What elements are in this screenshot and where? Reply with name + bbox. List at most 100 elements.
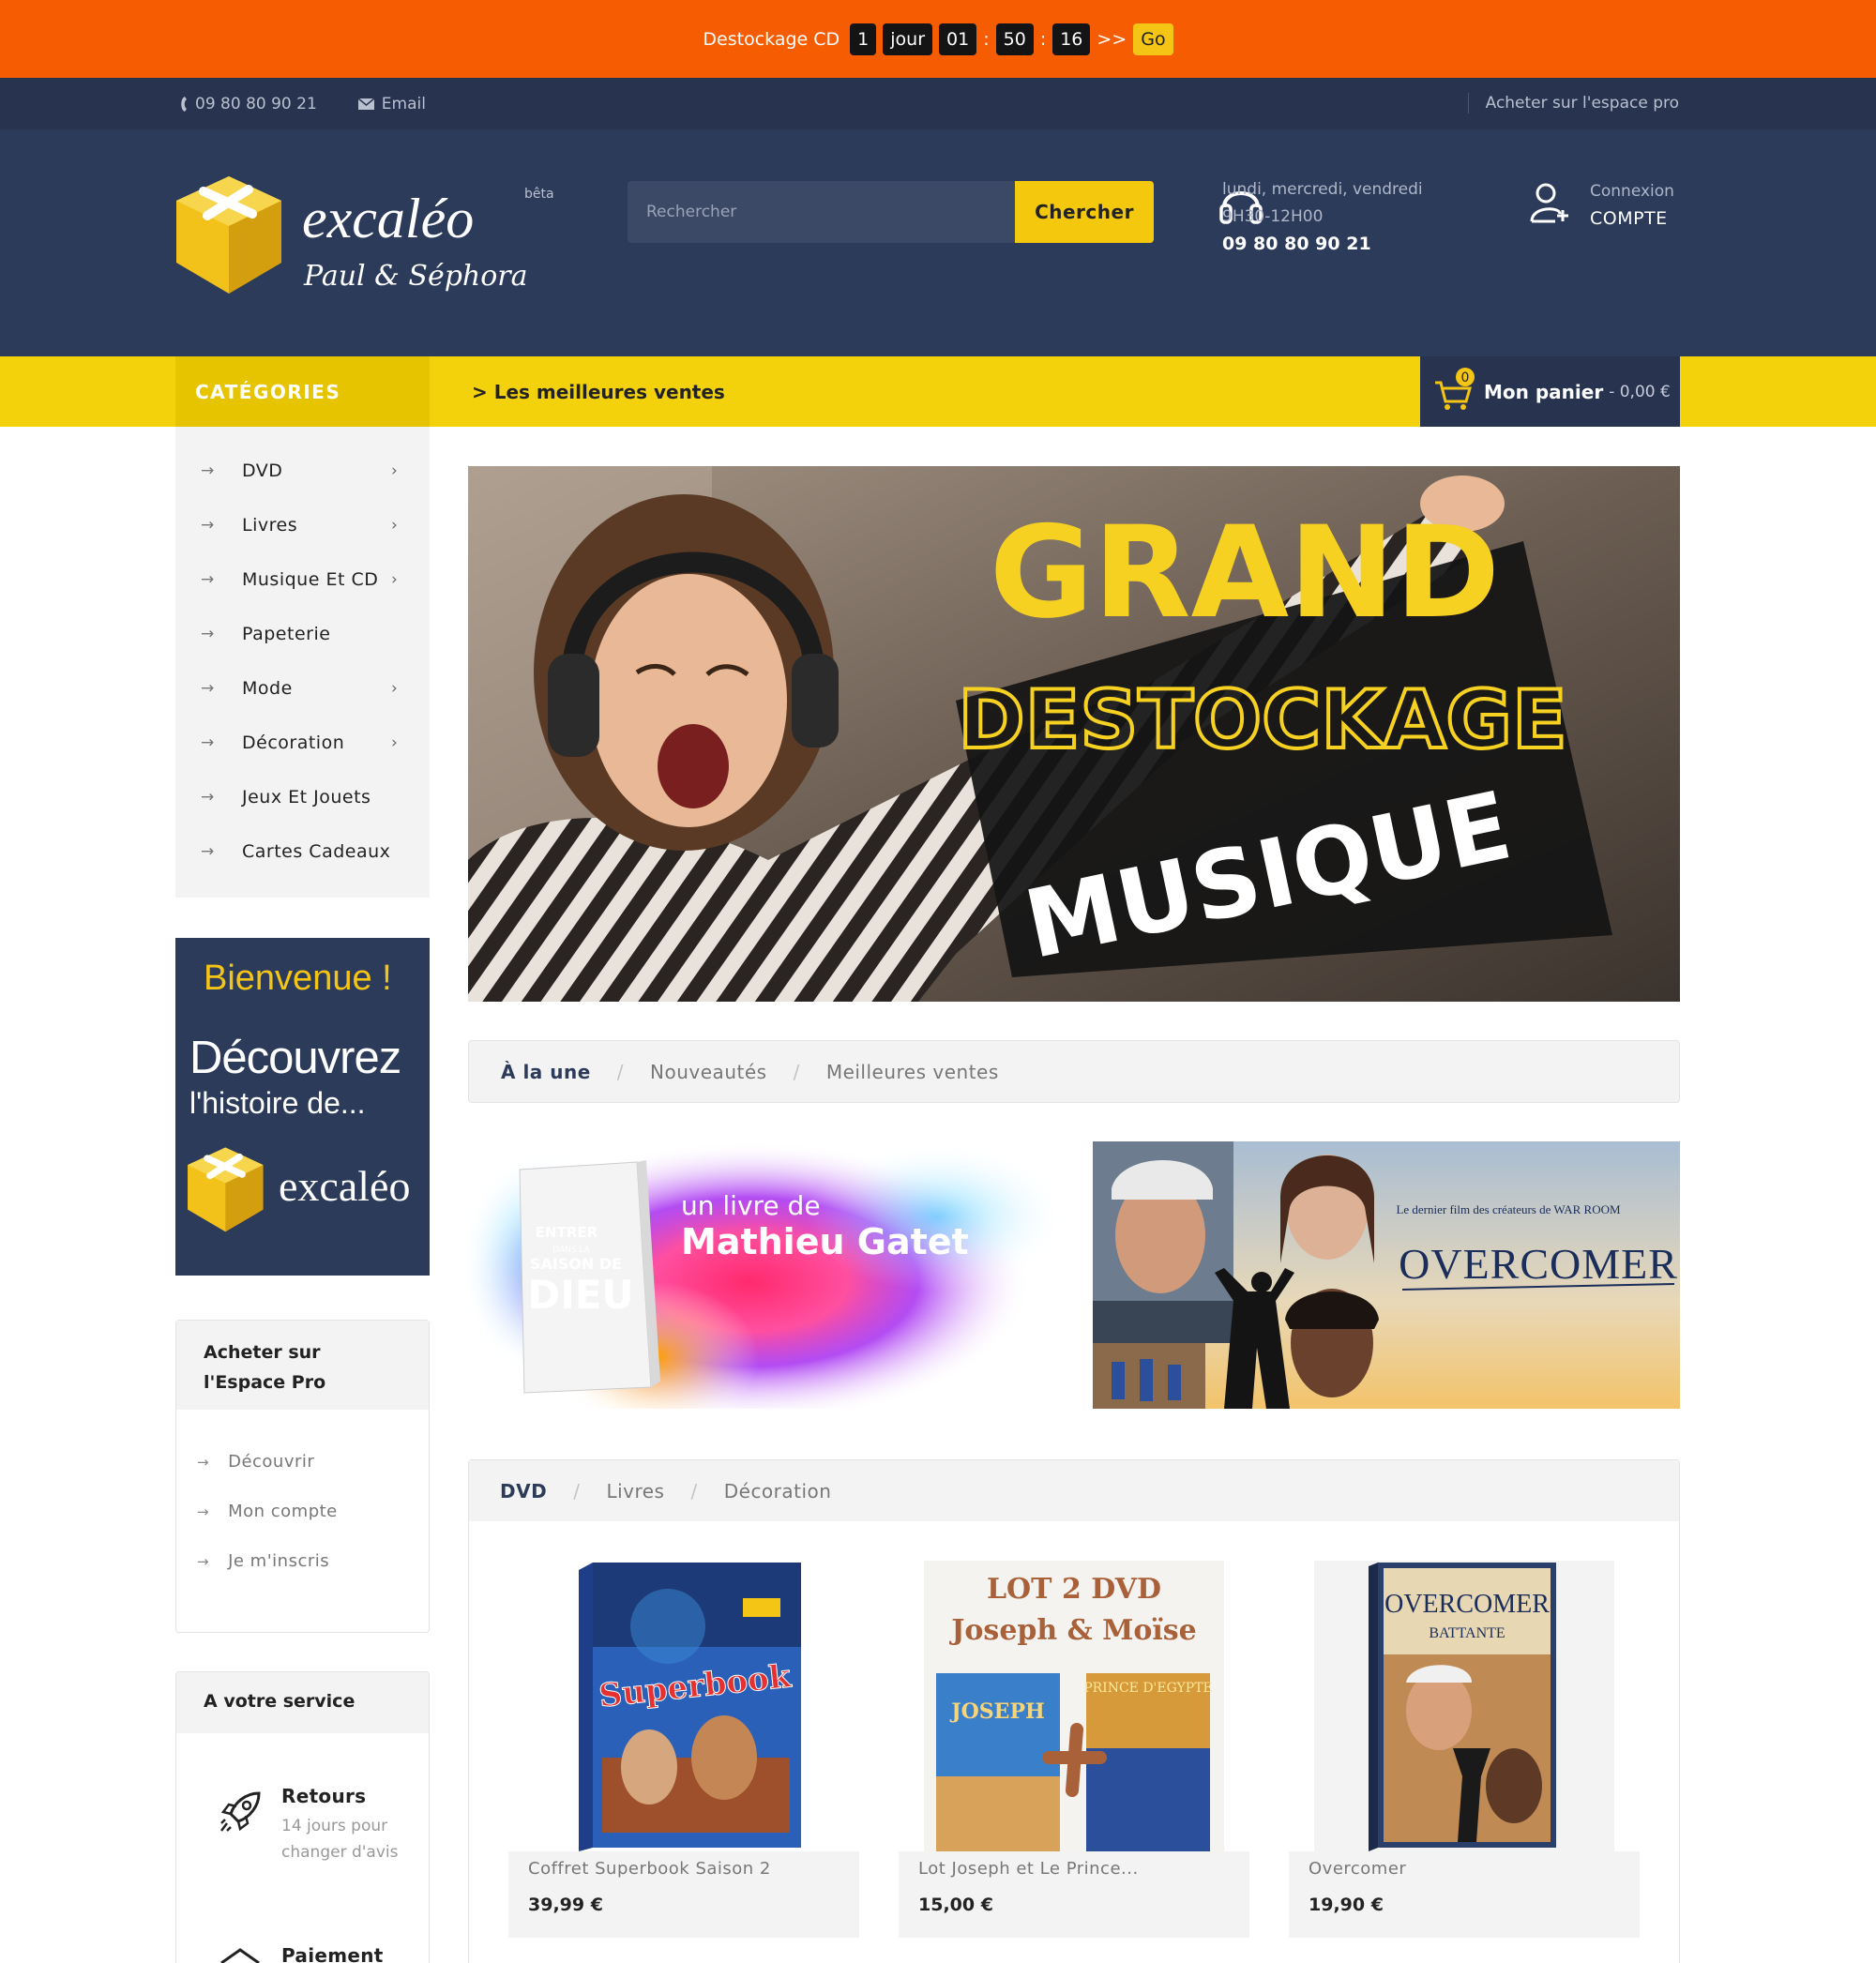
category-label: Papeterie bbox=[242, 624, 331, 644]
topbar-phone-link[interactable]: 09 80 80 90 21 bbox=[178, 95, 317, 113]
account-link[interactable]: Connexion COMPTE bbox=[1590, 178, 1674, 233]
tab-decoration[interactable]: Décoration bbox=[724, 1480, 832, 1502]
welcome-brand: excaléo bbox=[279, 1162, 411, 1210]
welcome-title: Bienvenue ! bbox=[204, 959, 392, 998]
phone-icon bbox=[181, 96, 187, 112]
category-item-mode[interactable]: → Mode › bbox=[175, 661, 430, 716]
welcome-banner[interactable]: Bienvenue ! Découvrez l'histoire de... e… bbox=[175, 938, 430, 1276]
arrow-right-icon: → bbox=[197, 1503, 210, 1520]
category-item-livres[interactable]: → Livres › bbox=[175, 498, 430, 552]
category-item-papeterie[interactable]: → Papeterie bbox=[175, 607, 430, 661]
film-banner-overcomer[interactable]: Le dernier film des créateurs de WAR ROO… bbox=[1093, 1141, 1680, 1409]
pro-link-compte[interactable]: → Mon compte bbox=[197, 1502, 338, 1521]
tab-a-la-une[interactable]: À la une bbox=[501, 1061, 591, 1083]
topbar-email-link[interactable]: Email bbox=[357, 94, 426, 113]
site-logo[interactable]: excaléo Paul & Séphora bêta bbox=[175, 174, 560, 296]
category-item-decoration[interactable]: → Décoration › bbox=[175, 716, 430, 770]
banner1-small: un livre de bbox=[681, 1190, 821, 1221]
countdown-minutes: 50 bbox=[995, 23, 1034, 55]
logo-brand: excaléo bbox=[302, 188, 474, 249]
logo-beta-badge: bêta bbox=[524, 187, 554, 202]
promo-go-button[interactable]: Go bbox=[1133, 23, 1173, 55]
hero-banner[interactable]: GRAND DESTOCKAGE MUSIQUE bbox=[468, 466, 1680, 1002]
category-item-jeux[interactable]: → Jeux Et Jouets bbox=[175, 770, 430, 824]
pro-space-link[interactable]: Acheter sur l'espace pro bbox=[1467, 93, 1679, 113]
product-card-overcomer[interactable]: OVERCOMER BATTANTE Overcomer 19,90 € bbox=[1289, 1561, 1640, 1938]
product-price: 15,00 € bbox=[918, 1895, 993, 1915]
product-info: Coffret Superbook Saison 2 39,99 € bbox=[508, 1851, 859, 1938]
pro-space-box: Acheter sur l'Espace Pro → Découvrir → Mon… bbox=[175, 1320, 430, 1633]
category-menu: → DVD › → Livres › → Musique Et CD › → Papeteri… bbox=[175, 427, 430, 898]
product-cover-title: Joseph & Moïse bbox=[948, 1614, 1197, 1647]
arrow-right-icon: → bbox=[201, 516, 215, 535]
hero-line2: DESTOCKAGE bbox=[958, 673, 1567, 767]
tab-dvd[interactable]: DVD bbox=[500, 1480, 547, 1502]
search-button[interactable]: Chercher bbox=[1015, 181, 1154, 243]
countdown-hours: 01 bbox=[939, 23, 977, 55]
category-label: Mode bbox=[242, 678, 293, 699]
arrow-right-icon: → bbox=[197, 1553, 210, 1570]
topbar-email: Email bbox=[381, 94, 426, 113]
category-item-cartes[interactable]: → Cartes Cadeaux bbox=[175, 824, 430, 879]
box-logo-icon bbox=[188, 1147, 264, 1232]
tab-nouveautes[interactable]: Nouveautés bbox=[650, 1061, 767, 1083]
arrow-right-icon: → bbox=[201, 679, 215, 698]
service-returns-desc: 14 jours pour changer d'avis bbox=[281, 1817, 399, 1862]
chevron-right-icon: › bbox=[391, 733, 399, 752]
category-label: Livres bbox=[242, 515, 298, 536]
payment-icon bbox=[220, 1948, 260, 1963]
categories-toggle[interactable]: CATÉGORIES bbox=[175, 356, 430, 427]
mail-icon bbox=[357, 98, 374, 110]
support-info: lundi, mercredi, vendredi 9H30-12H00 09 … bbox=[1222, 176, 1423, 258]
product-image[interactable]: Superbook bbox=[508, 1561, 859, 1851]
service-payment-title: Paiement bbox=[281, 1944, 384, 1963]
product-info: Lot Joseph et Le Prince... 15,00 € bbox=[899, 1851, 1249, 1938]
service-title: A votre service bbox=[176, 1672, 429, 1733]
category-item-dvd[interactable]: → DVD › bbox=[175, 444, 430, 498]
product-image[interactable]: LOT 2 DVD Joseph & Moïse JOSEPH PRINCE D… bbox=[899, 1561, 1249, 1851]
tab-livres[interactable]: Livres bbox=[606, 1480, 664, 1502]
product-card-joseph-moise[interactable]: LOT 2 DVD Joseph & Moïse JOSEPH PRINCE D… bbox=[899, 1561, 1249, 1938]
pro-title-line2: l'Espace Pro bbox=[204, 1372, 326, 1393]
pro-title-line1: Acheter sur bbox=[204, 1342, 321, 1363]
products-section: DVD / Livres / Décoration Superbook Coff… bbox=[468, 1459, 1680, 1963]
chevron-right-icon: › bbox=[391, 461, 399, 480]
book-cover-line4: DIEU bbox=[527, 1272, 633, 1318]
cart-label: Mon panier bbox=[1484, 380, 1604, 403]
support-phone[interactable]: 09 80 80 90 21 bbox=[1222, 231, 1423, 258]
product-card-superbook[interactable]: Superbook Coffret Superbook Saison 2 39,… bbox=[508, 1561, 859, 1938]
book-cover-line3: SAISON DE bbox=[530, 1255, 622, 1273]
product-cover-subtitle: BATTANTE bbox=[1429, 1625, 1505, 1641]
countdown-days: 1 bbox=[850, 23, 877, 55]
site-header: excaléo Paul & Séphora bêta Chercher lun… bbox=[0, 129, 1876, 356]
welcome-line2: l'histoire de... bbox=[189, 1086, 366, 1120]
arrow-right-icon: → bbox=[201, 733, 215, 752]
promo-countdown-bar: Destockage CD 1 jour 01 : 50 : 16 >> Go bbox=[0, 0, 1876, 78]
pro-link-label: Je m'inscris bbox=[228, 1551, 330, 1571]
account-login: Connexion bbox=[1590, 182, 1674, 201]
product-name[interactable]: Lot Joseph et Le Prince... bbox=[918, 1859, 1139, 1879]
category-label: Décoration bbox=[242, 732, 345, 753]
best-sellers-link[interactable]: > Les meilleures ventes bbox=[472, 356, 725, 427]
product-image[interactable]: OVERCOMER BATTANTE bbox=[1289, 1561, 1640, 1851]
book-banner-mathieu-gatet[interactable]: ENTRER DANS LA SAISON DE DIEU un livre d… bbox=[468, 1141, 1057, 1409]
pro-link-label: Mon compte bbox=[228, 1502, 338, 1521]
service-returns-title: Retours bbox=[281, 1785, 367, 1807]
countdown-days-unit: jour bbox=[883, 23, 933, 55]
product-cover-title: OVERCOMER bbox=[1384, 1590, 1550, 1619]
promo-arrows: >> bbox=[1097, 28, 1127, 50]
tab-meilleures-ventes[interactable]: Meilleures ventes bbox=[826, 1061, 999, 1083]
rocket-icon bbox=[220, 1791, 261, 1832]
support-hours: 9H30-12H00 bbox=[1222, 207, 1324, 226]
welcome-line1: Découvrez bbox=[189, 1033, 401, 1083]
product-name[interactable]: Coffret Superbook Saison 2 bbox=[528, 1859, 771, 1879]
book-cover-line1: ENTRER bbox=[536, 1224, 598, 1241]
pro-link-decouvrir[interactable]: → Découvrir bbox=[197, 1452, 314, 1472]
product-name[interactable]: Overcomer bbox=[1309, 1859, 1406, 1879]
product-tabs: DVD / Livres / Décoration bbox=[469, 1460, 1679, 1521]
category-label: DVD bbox=[242, 461, 283, 481]
pro-link-inscription[interactable]: → Je m'inscris bbox=[197, 1551, 329, 1571]
category-item-musique[interactable]: → Musique Et CD › bbox=[175, 552, 430, 607]
cart-amount: - 0,00 € bbox=[1609, 382, 1671, 401]
featured-tabs: À la une / Nouveautés / Meilleures vente… bbox=[468, 1040, 1680, 1103]
